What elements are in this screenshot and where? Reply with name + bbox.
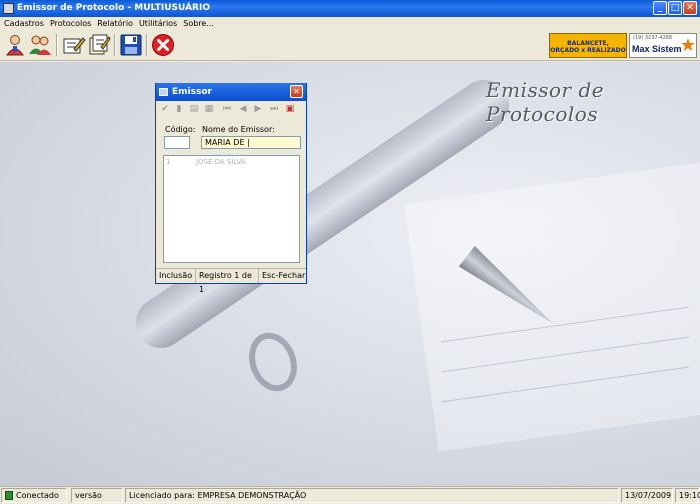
- star-icon: ★: [679, 35, 696, 56]
- connection-text: Conectado: [16, 491, 59, 500]
- codigo-label: Código:: [165, 125, 196, 134]
- minimize-button[interactable]: _: [653, 1, 667, 15]
- menu-relatorio[interactable]: Relatório: [94, 17, 136, 30]
- next-record-icon[interactable]: ▶: [253, 104, 263, 114]
- date-status: 13/07/2009: [621, 488, 673, 503]
- codigo-field[interactable]: [164, 136, 190, 149]
- users-icon: [29, 35, 51, 55]
- users-button[interactable]: [28, 33, 52, 57]
- desktop-area: Emissor de Protocolos: [0, 62, 700, 486]
- license-status: Licenciado para: EMPRESA DEMONSTRAÇÃO: [125, 488, 619, 503]
- nome-label: Nome do Emissor:: [202, 125, 275, 134]
- exit-button[interactable]: [151, 33, 175, 57]
- menu-bar: Cadastros Protocolos Relatório Utilitários S…: [0, 17, 700, 30]
- documents-button[interactable]: [87, 33, 111, 57]
- delete-record-icon[interactable]: ▦: [204, 104, 214, 114]
- app-title-bar: Emissor de Protocolo - MULTIUSUÁRIO _ □ …: [0, 0, 700, 17]
- window-icon: [159, 88, 168, 96]
- toolbar-separator: [114, 34, 116, 56]
- maximize-button[interactable]: □: [668, 1, 682, 15]
- text-cursor: |: [244, 138, 250, 147]
- menu-sobre[interactable]: Sobre...: [180, 17, 217, 30]
- mode-status: Inclusão: [156, 269, 196, 283]
- new-record-icon[interactable]: ▮: [174, 104, 184, 114]
- max-brand: Max Sistem: [632, 44, 682, 54]
- user-icon: [6, 35, 24, 56]
- list-item-name: JOSÉ DA SILVA: [196, 158, 246, 166]
- max-phone: (19) 3237-4268: [633, 35, 673, 41]
- balancete-banner[interactable]: BALANCETE, ORÇADO x REALIZADO: [549, 33, 627, 58]
- save-button[interactable]: [119, 33, 143, 57]
- list-item-number: 1: [166, 158, 171, 166]
- connection-status: Conectado: [1, 488, 67, 503]
- previous-record-icon[interactable]: ◀: [238, 104, 248, 114]
- last-record-icon[interactable]: ⏭: [269, 104, 279, 114]
- status-bar: Conectado versão 3.1.2 Licenciado para: …: [0, 486, 700, 504]
- connection-icon: [5, 491, 13, 500]
- emissor-list[interactable]: 1 JOSÉ DA SILVA: [163, 155, 300, 263]
- version-status: versão 3.1.2: [71, 488, 123, 503]
- list-item[interactable]: 1 JOSÉ DA SILVA: [166, 158, 246, 166]
- time-status: 19:10: [675, 488, 700, 503]
- menu-utilitarios[interactable]: Utilitários: [136, 17, 180, 30]
- record-status: Registro 1 de 1: [196, 269, 259, 294]
- edit-form-icon: [63, 37, 86, 54]
- nome-emissor-value: MARIA DE: [205, 138, 245, 147]
- emissor-title-bar: Emissor ✕: [156, 83, 306, 101]
- exit-icon: [152, 34, 174, 56]
- max-sistem-banner[interactable]: (19) 3237-4268 Max Sistem ★: [629, 33, 697, 58]
- background-paper: [404, 162, 700, 452]
- user-button[interactable]: [3, 33, 27, 57]
- edit-form-button[interactable]: [62, 33, 86, 57]
- toolbar-separator: [146, 34, 148, 56]
- emissor-close-button[interactable]: ✕: [290, 85, 303, 98]
- record-toolbar: ✔ ▮ ▤ ▦ ⏮ ◀ ▶ ⏭ ▣: [156, 102, 306, 116]
- save-disk-icon: [120, 34, 142, 56]
- documents-icon: [89, 34, 111, 55]
- first-record-icon[interactable]: ⏮: [222, 104, 232, 114]
- background-pen-ring: [241, 325, 305, 399]
- menu-protocolos[interactable]: Protocolos: [47, 17, 94, 30]
- balancete-line1: BALANCETE,: [567, 40, 609, 47]
- menu-cadastros[interactable]: Cadastros: [0, 17, 47, 30]
- escape-hint: Esc-Fechar: [262, 271, 306, 280]
- edit-record-icon[interactable]: ▤: [189, 104, 199, 114]
- nome-emissor-field[interactable]: MARIA DE |: [201, 136, 301, 149]
- app-icon: [3, 3, 14, 14]
- app-title: Emissor de Protocolo - MULTIUSUÁRIO: [17, 3, 210, 13]
- emissor-title: Emissor: [172, 87, 212, 97]
- toolbar-separator: [56, 34, 58, 56]
- balancete-line2: ORÇADO x REALIZADO: [550, 47, 626, 54]
- confirm-icon[interactable]: ✔: [160, 104, 170, 114]
- emissor-window: Emissor ✕ ✔ ▮ ▤ ▦ ⏮ ◀ ▶ ⏭ ▣ Código: Nome…: [155, 83, 307, 294]
- close-button[interactable]: ✕: [683, 1, 697, 15]
- brand-title: Emissor de Protocolos: [486, 78, 605, 126]
- emissor-status-bar: Inclusão Registro 1 de 1 Esc-Fechar: [156, 268, 306, 294]
- print-icon[interactable]: ▣: [285, 104, 295, 114]
